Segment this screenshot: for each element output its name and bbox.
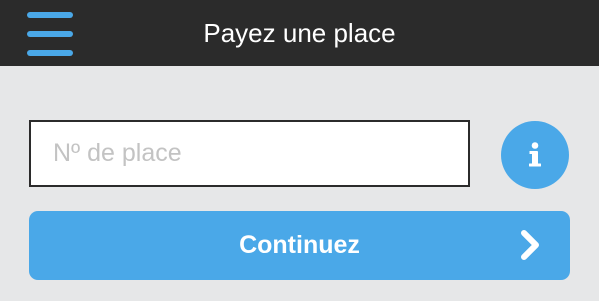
page-title: Payez une place xyxy=(203,18,396,48)
top-bar: Payez une place xyxy=(0,0,599,66)
info-icon xyxy=(529,142,541,167)
place-number-input[interactable] xyxy=(29,120,470,187)
menu-line xyxy=(27,50,73,56)
continue-button[interactable]: Continuez xyxy=(29,211,570,280)
continue-button-label: Continuez xyxy=(239,231,360,259)
info-button[interactable] xyxy=(501,121,569,189)
chevron-right-icon xyxy=(521,230,539,260)
